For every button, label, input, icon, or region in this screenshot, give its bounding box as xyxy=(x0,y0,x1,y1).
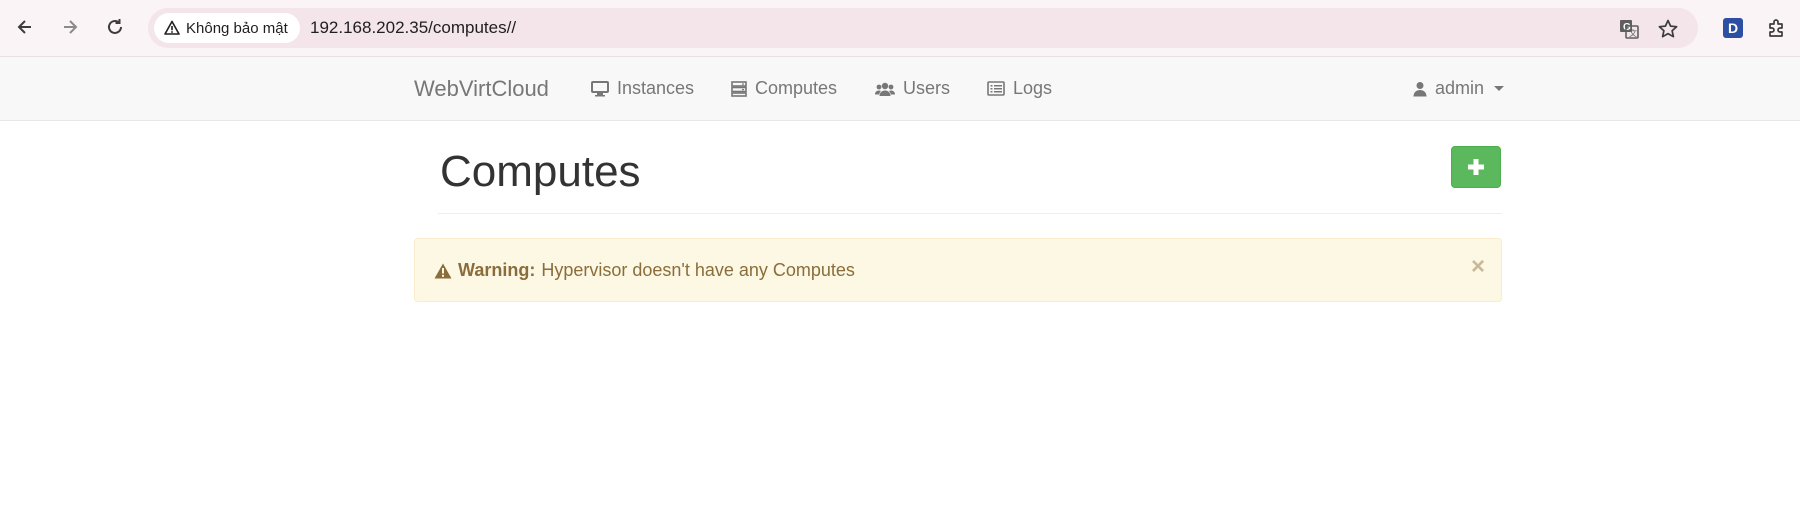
add-compute-button[interactable] xyxy=(1451,146,1501,188)
list-icon xyxy=(987,81,1005,96)
page-header: Computes xyxy=(438,121,1502,214)
translate-icon: G 文 xyxy=(1620,20,1639,39)
translate-button[interactable]: G 文 xyxy=(1616,16,1642,42)
user-icon xyxy=(1413,81,1427,96)
url-text[interactable]: 192.168.202.35/computes// xyxy=(310,18,516,38)
arrow-right-icon xyxy=(64,20,78,34)
users-icon xyxy=(875,82,895,96)
nav-item-label: Computes xyxy=(755,78,838,98)
back-button[interactable] xyxy=(10,12,40,42)
nav-item-instances[interactable]: Instances xyxy=(591,78,694,99)
nav-item-label: Users xyxy=(903,78,951,98)
close-icon[interactable]: × xyxy=(1471,255,1485,279)
extension-d-icon: D xyxy=(1723,18,1743,38)
alert-strong: Warning: xyxy=(458,260,536,280)
extensions-button[interactable] xyxy=(1763,14,1791,42)
security-chip[interactable]: Không bảo mật xyxy=(154,13,300,43)
svg-text:文: 文 xyxy=(1629,28,1637,38)
brand-link[interactable]: WebVirtCloud xyxy=(414,76,549,102)
bookmark-button[interactable] xyxy=(1655,16,1681,42)
nav-item-logs[interactable]: Logs xyxy=(987,78,1052,99)
desktop-icon xyxy=(591,80,609,96)
puzzle-icon xyxy=(1769,19,1783,37)
user-menu[interactable]: admin xyxy=(1413,78,1505,99)
address-bar[interactable]: Không bảo mật 192.168.202.35/computes// … xyxy=(148,8,1698,48)
nav-item-label: Logs xyxy=(1013,78,1053,98)
warning-alert: Warning: Hypervisor doesn't have any Com… xyxy=(414,238,1502,302)
page-title: Computes xyxy=(440,147,641,196)
nav-item-label: Instances xyxy=(617,78,695,98)
app-navbar: WebVirtCloud Instances Computes Users Lo… xyxy=(0,57,1800,121)
browser-toolbar: Không bảo mật 192.168.202.35/computes// … xyxy=(0,0,1800,57)
reload-icon xyxy=(108,19,122,34)
arrow-left-icon xyxy=(17,20,31,34)
chevron-down-icon xyxy=(1494,86,1505,91)
warning-sign-icon xyxy=(434,263,452,278)
plus-icon xyxy=(1468,159,1484,175)
nav-item-users[interactable]: Users xyxy=(875,78,950,99)
alert-message: Hypervisor doesn't have any Computes xyxy=(541,260,855,280)
user-name: admin xyxy=(1435,78,1485,98)
reload-button[interactable] xyxy=(100,12,130,42)
server-icon xyxy=(731,80,747,97)
security-label: Không bảo mật xyxy=(186,19,288,37)
star-icon xyxy=(1658,19,1678,38)
forward-button[interactable] xyxy=(55,12,85,42)
extension-d-button[interactable]: D xyxy=(1719,14,1747,42)
warning-triangle-icon xyxy=(164,20,180,35)
nav-item-computes[interactable]: Computes xyxy=(731,78,837,99)
